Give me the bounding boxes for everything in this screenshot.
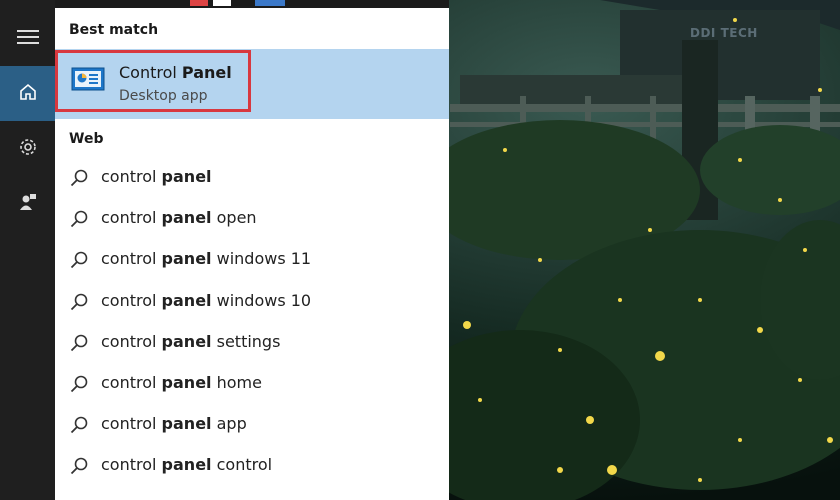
start-rail xyxy=(0,0,55,500)
web-suggestion-item[interactable]: control panel windows 11 xyxy=(55,239,449,280)
best-match-header: Best match xyxy=(69,22,159,38)
feedback-button[interactable] xyxy=(0,176,55,231)
web-suggestion-text: control panel app xyxy=(101,414,247,434)
best-match-title: Control Panel xyxy=(119,63,232,82)
search-icon xyxy=(69,168,89,192)
web-suggestion-item[interactable]: control panel home xyxy=(55,363,449,404)
web-suggestion-item[interactable]: control panel open xyxy=(55,198,449,239)
settings-button[interactable] xyxy=(0,121,55,176)
control-panel-icon xyxy=(71,67,105,97)
search-icon xyxy=(69,415,89,439)
web-suggestion-text: control panel xyxy=(101,167,212,186)
web-suggestion-text: control panel home xyxy=(101,373,262,392)
hamburger-menu-icon xyxy=(16,29,39,49)
web-suggestion-item[interactable]: control panel settings xyxy=(55,322,449,363)
best-match-item[interactable]: Control Panel Desktop app xyxy=(55,49,449,119)
web-suggestion-text: control panel open xyxy=(101,208,257,228)
user-feedback-icon xyxy=(18,192,38,216)
best-match-subtitle: Desktop app xyxy=(119,88,208,104)
search-icon xyxy=(69,209,89,233)
search-icon xyxy=(69,374,89,398)
gear-icon xyxy=(18,137,38,161)
hamburger-menu-button[interactable] xyxy=(0,11,55,66)
search-icon xyxy=(69,250,89,274)
web-suggestion-text: control panel settings xyxy=(101,331,281,351)
web-suggestion-item[interactable]: control panel control xyxy=(55,445,449,486)
web-header: Web xyxy=(69,131,104,147)
web-suggestion-item[interactable]: control panel app xyxy=(55,404,449,445)
search-icon xyxy=(69,456,89,480)
web-suggestion-item[interactable]: control panel xyxy=(55,157,449,198)
search-icon xyxy=(69,292,89,316)
web-suggestion-item[interactable]: control panel windows 10 xyxy=(55,281,449,322)
watermark: DDI TECH xyxy=(690,26,758,40)
web-suggestion-text: control panel control xyxy=(101,455,273,475)
search-icon xyxy=(69,333,89,357)
home-icon xyxy=(18,82,38,106)
search-results-panel: Best match Control Panel Desktop app Web… xyxy=(55,8,449,500)
web-suggestion-text: control panel windows 11 xyxy=(101,249,312,269)
web-suggestion-text: control panel windows 10 xyxy=(101,290,312,310)
home-button[interactable] xyxy=(0,66,55,121)
